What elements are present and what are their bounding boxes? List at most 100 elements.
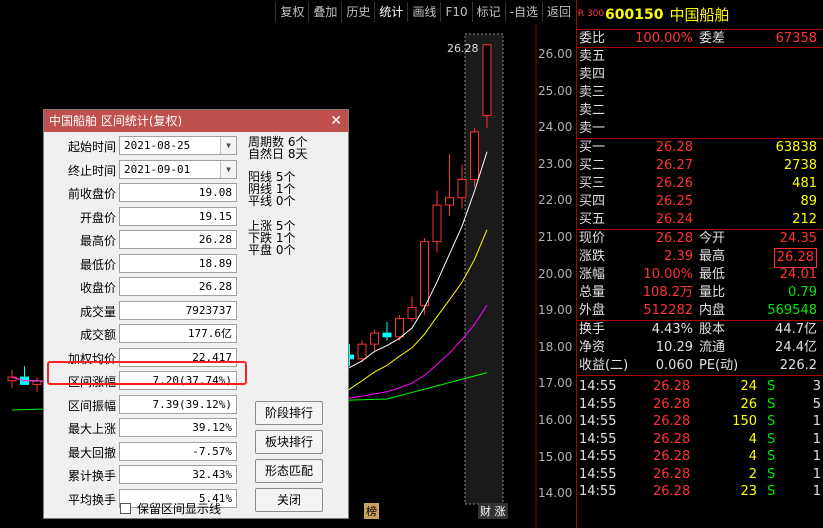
bid-row-price: 26.24	[655, 212, 693, 227]
stat-value: 10.00%	[643, 267, 693, 282]
field-value-text: 26.28	[198, 280, 232, 293]
tick-time: 14:55	[579, 466, 617, 482]
dialog-btn-1[interactable]: 板块排行	[255, 430, 323, 454]
date-combo[interactable]: 2021-09-01 ▼	[119, 159, 237, 179]
candle-body	[420, 241, 429, 307]
dialog-btn-2[interactable]: 形态匹配	[255, 459, 323, 483]
tick-count: 1	[812, 484, 821, 499]
candle-body	[357, 343, 367, 360]
fund-row: 收益(二) 0.060 PE(动) 226.2	[577, 357, 823, 375]
field-value-text: 26.28	[198, 233, 232, 246]
candle-body	[407, 307, 417, 320]
field-label: 开盘价	[79, 210, 116, 225]
dialog-btn-0[interactable]: 阶段排行	[255, 401, 323, 425]
ask-row: 卖一	[577, 120, 823, 138]
tick-volume: 23	[740, 484, 757, 499]
ask-row-label: 卖三	[579, 85, 606, 100]
price-tick: 14.00	[538, 486, 573, 501]
tick-count: 5	[812, 396, 821, 412]
toolbar-btn-6[interactable]: 标记	[471, 2, 505, 22]
bid-row-label: 买四	[579, 194, 606, 209]
tick-volume: 4	[748, 431, 757, 447]
candle-body	[445, 197, 454, 206]
field-value-text: -7.57%	[192, 444, 232, 458]
tick-side: S	[767, 449, 776, 464]
bid-row-price: 26.28	[655, 140, 693, 155]
fundamental-stats: 换手 4.43% 股本 44.7亿 净资 10.29 流通 24.4亿 收益(二) 0.060 PE…	[577, 321, 823, 376]
date-combo[interactable]: 2021-08-25 ▼	[119, 136, 237, 155]
dialog-btn-3[interactable]: 关闭	[255, 488, 323, 512]
field-label: 平均换手	[67, 492, 116, 507]
toolbar-btn-7[interactable]: -自选	[504, 2, 542, 22]
price-tick: 17.00	[538, 376, 573, 391]
keep-line-label: 保留区间显示线	[137, 502, 222, 516]
tick-time: 14:55	[579, 396, 617, 412]
field-value-text: 19.08	[198, 186, 232, 199]
keep-line-checkbox[interactable]	[120, 503, 131, 514]
market-badge: R 300	[577, 9, 605, 19]
field-value: 39.12%	[119, 418, 237, 437]
chevron-down-icon[interactable]: ▼	[220, 160, 236, 178]
stock-name[interactable]: 中国船舶	[669, 4, 729, 25]
tick-volume: 24	[740, 379, 757, 394]
stat-label2: 最高	[699, 249, 726, 264]
toolbar-btn-3[interactable]: 统计	[374, 2, 407, 22]
field-value: 19.15	[119, 206, 237, 226]
toolbar-btn-0[interactable]: 复权	[275, 2, 308, 22]
price-tick: 25.00	[538, 83, 573, 98]
ask-row: 卖四	[577, 66, 823, 84]
tick-row: 14:55 26.28 26 S 5	[577, 396, 823, 414]
fund-value: 10.29	[655, 340, 693, 355]
period-stat: 自然日 8天	[248, 147, 308, 161]
price-tick: 22.00	[538, 193, 573, 208]
interval-stats-dialog: 中国船舶 区间统计(复权) ✕ 起始时间 2021-08-25 ▼ 终止时间 2021-…	[43, 109, 349, 519]
fund-value2: 44.7亿	[775, 322, 817, 337]
dialog-close-icon[interactable]: ✕	[330, 110, 342, 132]
tick-volume: 2	[748, 466, 757, 482]
tick-time: 14:55	[579, 449, 617, 464]
field-label: 最大回撤	[67, 445, 116, 460]
price-tick: 18.00	[538, 339, 573, 354]
stat-row: 总量 108.2万 量比 0.79	[577, 284, 823, 302]
toolbar-btn-5[interactable]: F10	[440, 2, 471, 22]
ask-row-label: 卖五	[579, 49, 606, 64]
fund-row: 换手 4.43% 股本 44.7亿	[577, 321, 823, 339]
field-label: 终止时间	[67, 163, 116, 178]
toolbar-btn-1[interactable]: 叠加	[308, 2, 341, 22]
high-marker: 26.28	[447, 42, 479, 55]
field-value-text: 2021-09-01	[124, 162, 191, 176]
field-label: 最低价	[79, 257, 116, 272]
stat-label2: 最低	[699, 267, 726, 282]
ask-row: 卖二	[577, 102, 823, 120]
stock-code[interactable]: 600150	[605, 7, 663, 23]
stat-label: 涨跌	[579, 249, 606, 264]
bid-row-volume: 481	[792, 176, 817, 191]
stat-value: 108.2万	[642, 285, 693, 300]
dialog-title: 中国船舶 区间统计(复权)	[49, 114, 183, 128]
tick-count: 1	[812, 431, 821, 447]
field-value: 18.89	[119, 253, 237, 273]
field-value-text: 177.6亿	[187, 327, 232, 340]
quote-panel: R 300 600150 中国船舶 委比 100.00% 委差 67358 卖五…	[576, 0, 823, 528]
field-value: 26.28	[119, 230, 237, 249]
tick-count: 1	[812, 414, 821, 429]
keep-line-checkbox-row[interactable]: 保留区间显示线	[120, 500, 221, 517]
candle-body	[482, 44, 492, 116]
quote-stats: 现价 26.28 今开 24.35 涨跌 2.39 最高 26.28 涨幅 10.00% 最低 24.…	[577, 230, 823, 321]
bid-row: 买一 26.28 63838	[577, 139, 823, 157]
toolbar-btn-4[interactable]: 画线	[407, 2, 440, 22]
bid-book: 买一 26.28 63838 买二 26.27 2738 买三 26.26 481 买四 26.25…	[577, 139, 823, 230]
bottom-label-cai: 财 涨	[478, 503, 508, 519]
chevron-down-icon[interactable]: ▼	[220, 137, 236, 154]
ask-book: 卖五卖四 卖三卖二 卖一	[577, 48, 823, 139]
tick-row: 14:55 26.28 4 S 1	[577, 448, 823, 466]
bid-row-volume: 89	[800, 194, 817, 209]
toolbar-btn-2[interactable]: 历史	[341, 2, 374, 22]
tick-price: 26.28	[653, 396, 691, 412]
stat-label: 涨幅	[579, 267, 606, 282]
stat-row: 外盘 512282 内盘 569548	[577, 302, 823, 320]
toolbar-btn-8[interactable]: 返回	[541, 2, 575, 22]
bid-row-price: 26.25	[655, 194, 693, 209]
field-value: 7923737	[119, 300, 237, 320]
fund-value2: 24.4亿	[775, 340, 817, 355]
